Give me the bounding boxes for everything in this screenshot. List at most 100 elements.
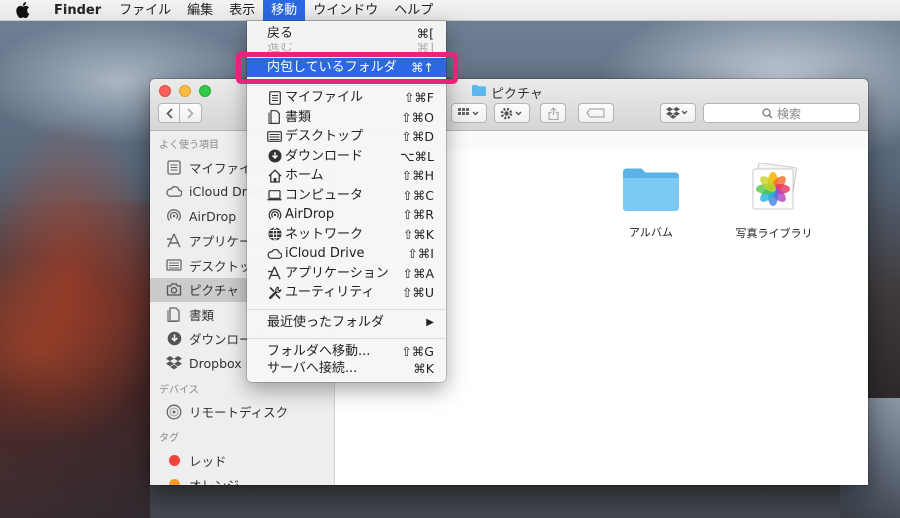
menu-item-label: 書類 xyxy=(285,109,312,125)
menu-item-computer[interactable]: コンピュータ ⇧⌘C xyxy=(247,186,446,205)
menu-item-shortcut: ⌥⌘L xyxy=(400,148,434,164)
downloads-icon xyxy=(267,149,282,164)
menu-item-shortcut: ⇧⌘K xyxy=(402,226,434,242)
back-button[interactable] xyxy=(158,103,180,123)
sidebar-item-label: オレンジ xyxy=(189,475,239,485)
applications-icon xyxy=(166,233,182,249)
menu-item-shortcut: ⇧⌘I xyxy=(407,246,434,261)
menu-edit[interactable]: 編集 xyxy=(179,0,221,21)
menu-item-downloads[interactable]: ダウンロード ⌥⌘L xyxy=(247,147,446,166)
devices-header: デバイス xyxy=(159,384,199,396)
menu-item-icloud-drive[interactable]: iCloud Drive ⇧⌘I xyxy=(247,244,446,263)
chevron-right-icon xyxy=(187,107,194,119)
tag-button[interactable] xyxy=(578,103,614,123)
menu-separator xyxy=(247,309,446,310)
sidebar-item-tag-red[interactable]: レッド xyxy=(150,448,334,473)
menu-go[interactable]: 移動 xyxy=(263,0,306,21)
menu-item-desktop[interactable]: デスクトップ ⇧⌘D xyxy=(247,127,446,146)
menu-item-connect-to-server[interactable]: サーバへ接続... ⌘K xyxy=(247,359,446,378)
icloud-icon xyxy=(267,246,282,261)
desktop-icon xyxy=(267,129,282,144)
sidebar-item-label: ピクチャ xyxy=(189,283,239,299)
file-item-photos-library[interactable]: 写真ライブラリ xyxy=(726,163,822,241)
menu-item-label: ネットワーク xyxy=(285,226,364,242)
home-icon xyxy=(267,168,282,183)
sidebar-item-label: 書類 xyxy=(189,307,215,323)
share-button[interactable] xyxy=(540,103,566,123)
menu-item-label: 最近使ったフォルダ xyxy=(267,315,385,330)
menu-item-applications[interactable]: アプリケーション ⇧⌘A xyxy=(247,264,446,283)
documents-icon xyxy=(267,110,282,125)
gear-icon xyxy=(500,107,522,119)
menu-item-shortcut: ⇧⌘C xyxy=(402,187,434,203)
remote-disc-icon xyxy=(166,404,182,420)
icloud-icon xyxy=(166,184,182,200)
menu-separator xyxy=(247,85,446,86)
documents-icon xyxy=(166,306,182,322)
search-icon xyxy=(762,107,773,118)
desktop-icon xyxy=(166,257,182,273)
close-button[interactable] xyxy=(159,85,171,97)
dropbox-icon xyxy=(666,107,688,119)
menu-item-utilities[interactable]: ユーティリティ ⇧⌘U xyxy=(247,283,446,302)
menu-file[interactable]: ファイル xyxy=(111,0,179,21)
sidebar-item-tag-orange[interactable]: オレンジ xyxy=(150,473,334,485)
dropbox-icon xyxy=(166,355,182,371)
apple-icon[interactable] xyxy=(12,2,34,18)
orange-tag-dot xyxy=(168,479,180,485)
menu-window[interactable]: ウインドウ xyxy=(305,0,386,21)
tags-header: タグ xyxy=(159,433,179,444)
sidebar-item-label: AirDrop xyxy=(189,208,237,224)
menu-item-shortcut: ⌘[ xyxy=(416,26,434,41)
menu-item-shortcut: ⇧⌘D xyxy=(401,129,434,144)
menu-item-label: ダウンロード xyxy=(285,148,364,164)
submenu-arrow-icon: ▶ xyxy=(426,317,434,328)
menu-item-airdrop[interactable]: AirDrop ⇧⌘R xyxy=(247,205,446,224)
chevron-left-icon xyxy=(165,107,173,119)
menu-item-label: サーバへ接続... xyxy=(267,361,358,376)
menu-finder[interactable]: Finder xyxy=(46,0,111,21)
menu-item-shortcut: ⇧⌘F xyxy=(403,90,434,105)
sidebar-item-label: レッド xyxy=(189,453,227,469)
all-my-files-icon xyxy=(267,90,282,105)
menu-item-label: ホーム xyxy=(285,168,324,183)
menu-item-recent-folders[interactable]: 最近使ったフォルダ ▶ xyxy=(247,313,446,332)
file-item-album[interactable]: アルバム xyxy=(614,167,688,240)
menu-item-shortcut: ⌘K xyxy=(413,361,434,376)
window-title: ピクチャ xyxy=(472,83,543,102)
menu-item-label: アプリケーション xyxy=(285,265,389,281)
menu-item-label: コンピュータ xyxy=(285,187,364,203)
sidebar-item-label: Dropbox xyxy=(189,355,242,371)
window-title-text: ピクチャ xyxy=(491,87,543,102)
menu-item-shortcut: ⇧⌘R xyxy=(402,207,434,222)
menu-item-all-my-files[interactable]: マイファイル ⇧⌘F xyxy=(247,88,446,107)
red-tag-dot xyxy=(168,454,180,466)
search-input[interactable]: 検索 xyxy=(703,103,860,123)
tag-icon xyxy=(586,108,605,118)
menu-item-shortcut: ⇧⌘H xyxy=(401,168,434,183)
sidebar-item-remote-disc[interactable]: リモートディスク xyxy=(150,400,334,425)
menu-item-network[interactable]: ネットワーク ⇧⌘K xyxy=(247,225,446,244)
menu-item-home[interactable]: ホーム ⇧⌘H xyxy=(247,166,446,185)
search-placeholder: 検索 xyxy=(776,106,801,121)
airdrop-icon xyxy=(166,208,182,224)
menu-item-shortcut: ⇧⌘O xyxy=(401,109,434,125)
grid-view-icon xyxy=(458,108,479,116)
forward-button[interactable] xyxy=(180,103,202,123)
annotation-highlight-box xyxy=(236,52,458,84)
menu-view[interactable]: 表示 xyxy=(221,0,263,21)
minimize-button[interactable] xyxy=(179,85,191,97)
dropbox-button[interactable] xyxy=(660,103,696,123)
action-button[interactable] xyxy=(494,103,530,123)
menu-help[interactable]: ヘルプ xyxy=(386,0,441,21)
menu-item-shortcut: ⇧⌘A xyxy=(402,265,434,281)
file-item-label: アルバム xyxy=(629,226,673,239)
view-options-button[interactable] xyxy=(451,103,487,123)
share-icon xyxy=(547,106,559,120)
zoom-button[interactable] xyxy=(199,85,211,97)
menu-item-back[interactable]: 戻る ⌘[ xyxy=(247,24,446,43)
airdrop-icon xyxy=(267,207,282,222)
computer-icon xyxy=(267,188,282,203)
menu-item-documents[interactable]: 書類 ⇧⌘O xyxy=(247,108,446,127)
photos-library-icon xyxy=(752,163,797,210)
